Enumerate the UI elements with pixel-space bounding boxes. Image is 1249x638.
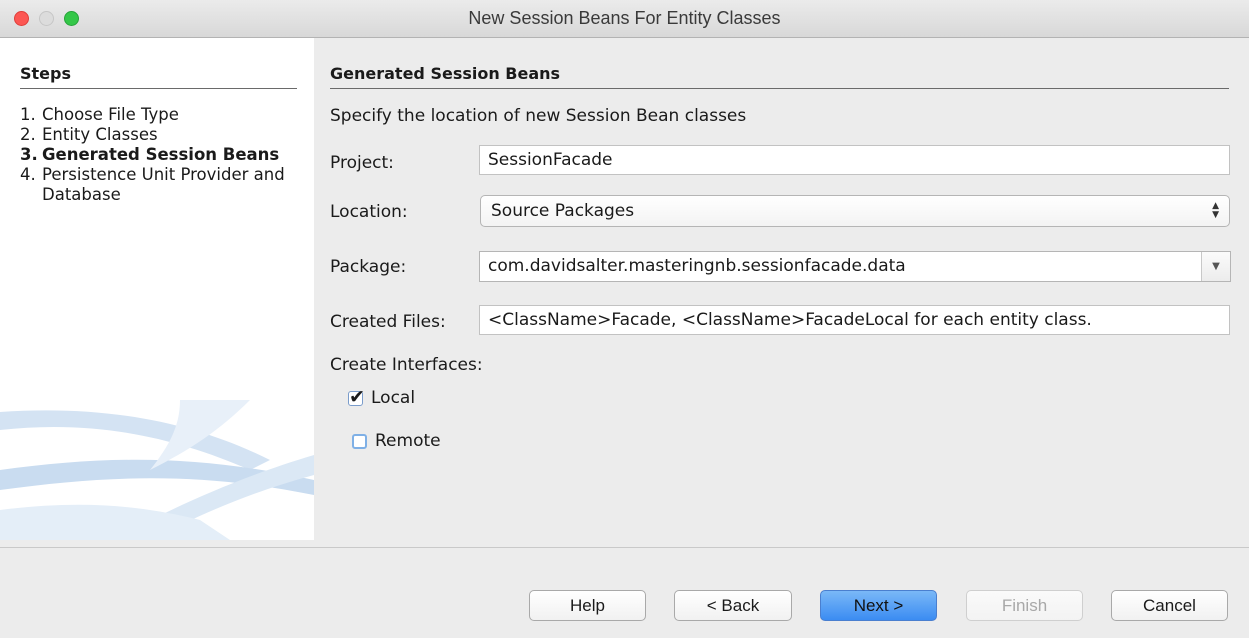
steps-title: Steps bbox=[20, 64, 297, 89]
step-number: 1. bbox=[20, 105, 36, 124]
remote-checkbox[interactable] bbox=[352, 433, 367, 449]
finish-button[interactable]: Finish bbox=[966, 590, 1083, 621]
step-number: 4. bbox=[20, 165, 36, 184]
step-number: 2. bbox=[20, 125, 36, 144]
step-item-current: 3. Generated Session Beans bbox=[20, 145, 300, 165]
panel-title: Generated Session Beans bbox=[330, 64, 1229, 89]
select-arrows-icon: ▲ ▼ bbox=[1212, 201, 1219, 220]
help-button[interactable]: Help bbox=[529, 590, 646, 621]
step-item: 2. Entity Classes bbox=[20, 125, 300, 145]
button-bar-separator bbox=[0, 547, 1249, 548]
step-number: 3. bbox=[20, 145, 38, 164]
decorative-swoosh-graphic bbox=[0, 400, 314, 540]
created-files-label: Created Files: bbox=[330, 312, 446, 332]
remote-checkbox-row[interactable]: Remote bbox=[352, 431, 441, 451]
step-label: Persistence Unit Provider and Database bbox=[42, 165, 285, 204]
step-item: 1. Choose File Type bbox=[20, 105, 300, 125]
location-selected-value: Source Packages bbox=[491, 201, 635, 221]
created-files-field[interactable]: <ClassName>Facade, <ClassName>FacadeLoca… bbox=[479, 305, 1230, 335]
local-checkbox-row[interactable]: Local bbox=[348, 386, 415, 408]
project-field[interactable]: SessionFacade bbox=[479, 145, 1230, 175]
package-combobox[interactable]: com.davidsalter.masteringnb.sessionfacad… bbox=[479, 251, 1231, 282]
step-label: Choose File Type bbox=[42, 105, 179, 124]
cancel-button[interactable]: Cancel bbox=[1111, 590, 1228, 621]
package-value: com.davidsalter.masteringnb.sessionfacad… bbox=[488, 256, 906, 276]
location-label: Location: bbox=[330, 202, 408, 222]
remote-checkbox-label[interactable]: Remote bbox=[375, 431, 441, 451]
next-button[interactable]: Next > bbox=[820, 590, 937, 621]
steps-panel: Steps 1. Choose File Type 2. Entity Clas… bbox=[0, 38, 314, 540]
project-label: Project: bbox=[330, 153, 394, 173]
location-select[interactable]: Source Packages ▲ ▼ bbox=[480, 195, 1230, 227]
step-item: 4. Persistence Unit Provider and Databas… bbox=[20, 165, 300, 205]
panel-description: Specify the location of new Session Bean… bbox=[330, 106, 747, 126]
step-label: Entity Classes bbox=[42, 125, 158, 144]
title-bar: New Session Beans For Entity Classes bbox=[0, 0, 1249, 38]
package-label: Package: bbox=[330, 257, 407, 277]
local-checkbox[interactable] bbox=[348, 386, 365, 408]
chevron-down-icon[interactable]: ▼ bbox=[1201, 252, 1230, 281]
window-title: New Session Beans For Entity Classes bbox=[468, 8, 781, 28]
step-label: Generated Session Beans bbox=[42, 145, 280, 164]
steps-list: 1. Choose File Type 2. Entity Classes 3.… bbox=[20, 105, 300, 205]
back-button[interactable]: < Back bbox=[674, 590, 792, 621]
local-checkbox-label[interactable]: Local bbox=[371, 388, 415, 408]
create-interfaces-label: Create Interfaces: bbox=[330, 355, 483, 375]
